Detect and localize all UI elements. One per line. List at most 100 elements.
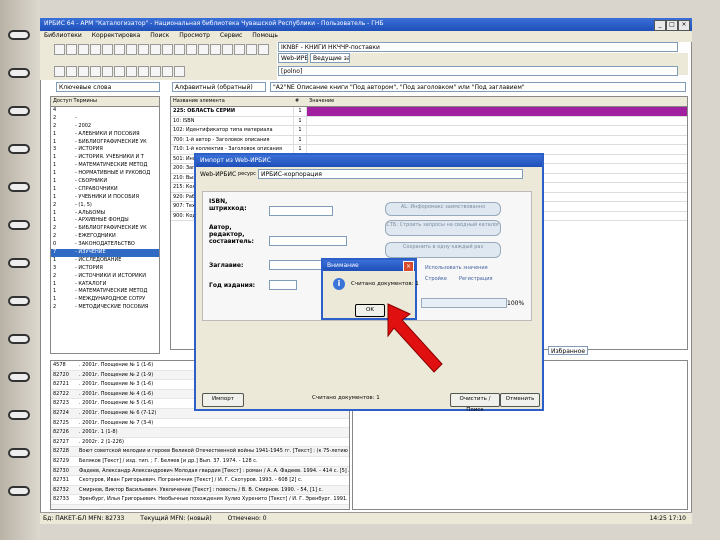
search-button[interactable]: Очистить / Поиск [450, 393, 500, 413]
first-record-icon[interactable] [54, 66, 65, 77]
tab-web-irbis[interactable]: Web-ИРБИС [278, 53, 308, 63]
terms-list-item[interactable]: 3 - ИСТОРИЯ [51, 265, 159, 273]
next-record-icon[interactable] [78, 66, 89, 77]
cancel-button[interactable]: Отменить [500, 393, 540, 407]
option-pill-save-each[interactable]: Сохранить в одну каждый раз [385, 242, 501, 258]
cut-icon[interactable] [186, 44, 197, 55]
open-icon[interactable] [66, 44, 77, 55]
grid-row[interactable]: 102: Идентификатор типа материала 1 [171, 126, 687, 136]
terms-list[interactable]: Доступ Термины 42-2- 2002 1- АЛЕБНИКИ И П… [50, 96, 160, 354]
paste-icon[interactable] [114, 44, 125, 55]
terms-list-item[interactable]: 1 - БИБЛИОГРАФИЧЕСКИЕ УК [51, 139, 159, 147]
terms-list-item[interactable]: 1 - МАТЕМАТИЧЕСКИЕ МЕТОД [51, 162, 159, 170]
terms-list-item[interactable]: 1 - МЕЖДУНАРОДНОЕ СОТРУ [51, 296, 159, 304]
terms-list-item[interactable]: 1 - СПРАВОЧНИКИ [51, 186, 159, 194]
isbn-input[interactable] [269, 206, 333, 216]
find-icon[interactable] [138, 44, 149, 55]
terms-list-item[interactable]: 1 - ИСТОРИЯ. УЧЕБНИКИ И Т [51, 154, 159, 162]
check-icon[interactable] [246, 44, 257, 55]
list-icon[interactable] [114, 66, 125, 77]
terms-list-item[interactable]: 4 [51, 107, 159, 115]
menu-item-help[interactable]: Помощь [252, 32, 278, 39]
record-row[interactable]: (новый) [51, 504, 349, 509]
save-icon[interactable] [78, 44, 89, 55]
delete-icon[interactable] [126, 44, 137, 55]
format-icon[interactable] [126, 66, 137, 77]
previous-record-icon[interactable] [66, 66, 77, 77]
search-type-select[interactable]: Ключевые слова [56, 82, 160, 92]
terms-list-item[interactable]: 3 - ИСТОРИЯ [51, 146, 159, 154]
terms-list-item[interactable]: 2 - ЕЖЕГОДНИКИ [51, 233, 159, 241]
globe-icon[interactable] [162, 66, 173, 77]
mark-icon[interactable] [102, 66, 113, 77]
copy-icon[interactable] [102, 44, 113, 55]
terms-list-item[interactable]: 1 - АЛЬБОМЫ [51, 210, 159, 218]
menu-item-service[interactable]: Сервис [220, 32, 242, 39]
tab-leading-records[interactable]: Ведущие записи [310, 53, 350, 63]
minimize-button[interactable]: _ [654, 20, 666, 31]
record-row[interactable]: 82731 Скотуров, Иван Григорьевич. Пограни… [51, 476, 349, 486]
record-row[interactable]: 82725 . 2001г. Поощение № 7 (3-4) [51, 419, 349, 429]
database-select[interactable]: IKNBF - КНИГИ НКЧЧР-поставки [278, 42, 678, 52]
grid-row[interactable]: 10: ISBN 1 [171, 116, 687, 126]
import-button[interactable]: Импорт [202, 393, 244, 407]
option-pill-union-catalog[interactable]: СТБ: Строить запросы на сводный каталог [385, 220, 501, 236]
terms-list-item[interactable]: 7 - ИЗУЧЕНИЕ [51, 249, 159, 257]
info-icon[interactable] [258, 44, 269, 55]
terms-list-item[interactable]: 2 - МЕТОДИЧЕСКИЕ ПОСОБИЯ [51, 304, 159, 312]
maximize-button[interactable]: □ [666, 20, 678, 31]
option-pill-borrow[interactable]: AL: Инфоромакс заимствованно [385, 202, 501, 216]
link-registration[interactable]: Регистрация [459, 276, 493, 282]
record-row[interactable]: 82726 . 2001г. 1 (1-8) [51, 428, 349, 438]
grid-cell-value[interactable] [307, 117, 687, 126]
record-row[interactable]: 82733 Эренбург, Илья Григорьевич. Необычн… [51, 495, 349, 505]
last-record-icon[interactable] [90, 66, 101, 77]
undo-icon[interactable] [162, 44, 173, 55]
menu-item-search[interactable]: Поиск [150, 32, 169, 39]
terms-list-item[interactable]: 2 - ИСТОЧНИКИ И ИСТОРИКИ [51, 273, 159, 281]
user-icon[interactable] [150, 66, 161, 77]
import-icon[interactable] [234, 44, 245, 55]
settings-icon[interactable] [210, 44, 221, 55]
terms-list-item[interactable]: 1 - АЛЕБНИКИ И ПОСОБИЯ [51, 131, 159, 139]
new-record-icon[interactable] [54, 44, 65, 55]
link-settings[interactable]: Стройке [425, 276, 447, 282]
grid-cell-value[interactable] [307, 136, 687, 145]
export-icon[interactable] [222, 44, 233, 55]
terms-list-item[interactable]: 2 - БИБЛИОГРАФИЧЕСКИЕ УК [51, 225, 159, 233]
year-input[interactable] [269, 280, 297, 290]
format-select[interactable]: [polno] [278, 66, 678, 76]
query-field[interactable]: "A2"NE Описание книги "Под автором", "По… [270, 82, 686, 92]
terms-list-item[interactable]: 2- [51, 115, 159, 123]
grid-cell-value[interactable] [307, 126, 687, 135]
terms-list-item[interactable]: 1 - МАТЕМАТИЧЕСКИЕ МЕТОД [51, 288, 159, 296]
record-row[interactable]: 82729 Беляков [Текст] / изд. тип. ; Г. Бе… [51, 457, 349, 467]
filter-icon[interactable] [150, 44, 161, 55]
terms-list-item[interactable]: 1 - КАТАЛОГИ [51, 281, 159, 289]
mode-select[interactable]: Алфавитный (обратный) [172, 82, 266, 92]
record-row[interactable]: 82727 . 2002г. 2 (1-226) [51, 438, 349, 448]
close-button[interactable]: × [678, 20, 690, 31]
terms-list-item[interactable]: 0 - ЗАКОНОДАТЕЛЬСТВО [51, 241, 159, 249]
grid-cell-value-active[interactable] [307, 107, 687, 116]
books-icon[interactable] [138, 66, 149, 77]
menu-item-libraries[interactable]: Библиотеки [44, 32, 82, 39]
redo-icon[interactable] [174, 44, 185, 55]
grid-row[interactable]: 225: ОБЛАСТЬ СЕРИИ 1 [171, 107, 687, 117]
menu-item-edit[interactable]: Корректировка [92, 32, 141, 39]
terms-list-item[interactable]: 1 - АРХИВНЫЕ ФОНДЫ [51, 217, 159, 225]
menu-item-view[interactable]: Просмотр [179, 32, 210, 39]
print-icon[interactable] [90, 44, 101, 55]
tab-favorites[interactable]: Избранное [548, 346, 588, 355]
terms-list-item[interactable]: 1 - УЧЕБНИКИ И ПОСОБИЯ [51, 194, 159, 202]
resource-select[interactable]: ИРБИС-корпорация [258, 169, 523, 179]
terms-list-item[interactable]: 1 - СБОРНИКИ [51, 178, 159, 186]
refresh-icon[interactable] [198, 44, 209, 55]
record-row[interactable]: 82730 Фадеев, Александр Александрович Мол… [51, 466, 349, 477]
author-input[interactable] [269, 236, 347, 246]
grid-row[interactable]: 700: 1-й автор - Заголовок описания 1 [171, 135, 687, 145]
close-icon[interactable]: × [403, 261, 414, 272]
terms-list-item[interactable]: 2 - (1, 5) [51, 202, 159, 210]
record-row[interactable]: 82728 Воют советской мелодии и героев Вел… [51, 447, 349, 457]
help-icon[interactable] [174, 66, 185, 77]
